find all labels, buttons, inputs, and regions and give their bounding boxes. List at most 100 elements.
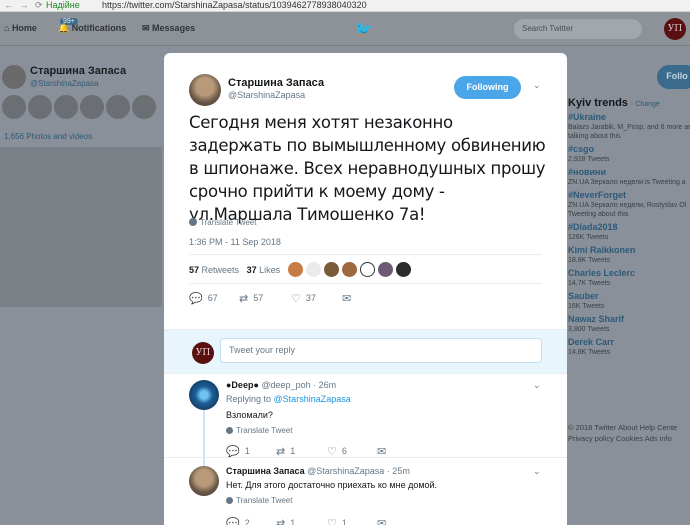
reply-author-name[interactable]: ●Deep● (226, 380, 259, 390)
trend-tag[interactable]: #новини (568, 167, 690, 178)
footer-line[interactable]: Privacy policy Cookies Ads info (568, 433, 690, 444)
translate-tweet-link[interactable]: Translate Tweet (189, 218, 256, 227)
retweet-count: 1 (290, 518, 296, 525)
trend-list: #Ukraine Balazs Jarabik, M_Posp, and 6 mo… (568, 112, 690, 357)
reply-time[interactable]: · 25m (387, 466, 410, 476)
media-grid (0, 147, 162, 307)
liker-avatar[interactable] (396, 262, 411, 277)
liker-avatar[interactable] (342, 262, 357, 277)
reply-action[interactable]: 💬 2 (226, 517, 250, 525)
trend-item[interactable]: Sauber 16K Tweets (568, 291, 690, 311)
reply-author-handle[interactable]: @StarshinaZapasa (307, 466, 384, 476)
trend-subtext: 126K Tweets (568, 234, 609, 241)
trend-item[interactable]: Charles Leclerc 14.7K Tweets (568, 268, 690, 288)
trend-item[interactable]: Kimi Raikkonen 18.8K Tweets (568, 245, 690, 265)
trend-tag[interactable]: Derek Carr (568, 337, 690, 348)
reply-count: 2 (244, 518, 250, 525)
trend-item[interactable]: talking about this (568, 132, 690, 141)
likes-count: 37 (246, 265, 257, 275)
trend-tag[interactable]: #NeverForget (568, 190, 690, 201)
liker-avatar[interactable] (324, 262, 339, 277)
trends-change-link[interactable]: · Change (631, 101, 660, 108)
like-count: 1 (341, 518, 347, 525)
replying-to-handle[interactable]: @StarshinaZapasa (274, 394, 351, 404)
trend-tag[interactable]: Sauber (568, 291, 690, 302)
thumbnail (28, 95, 52, 119)
tweet-timestamp[interactable]: 1:36 PM - 11 Sep 2018 (189, 237, 281, 247)
reply-author-handle[interactable]: @deep_poh (261, 380, 310, 390)
search-input[interactable]: Search Twitter (514, 19, 642, 39)
like-action[interactable]: ♡ 1 (327, 517, 347, 525)
following-button[interactable]: Following (454, 76, 521, 99)
reply-time[interactable]: · 26m (313, 380, 336, 390)
liker-avatar[interactable] (306, 262, 321, 277)
author-name[interactable]: Старшина Запаса (228, 77, 324, 89)
trend-tag[interactable]: #Diada2018 (568, 222, 690, 233)
chevron-down-icon[interactable]: ⌄ (533, 380, 541, 391)
follower-thumbnails (2, 95, 158, 119)
nav-messages-label: Messages (152, 23, 196, 33)
trend-item[interactable]: Derek Carr 14.8K Tweets (568, 337, 690, 357)
liker-avatar[interactable] (288, 262, 303, 277)
author-handle[interactable]: @StarshinaZapasa (228, 90, 305, 100)
liker-avatar[interactable] (378, 262, 393, 277)
reply-author-name[interactable]: Старшина Запаса (226, 466, 305, 476)
trend-tag[interactable]: Charles Leclerc (568, 268, 690, 279)
author-avatar[interactable] (189, 74, 221, 106)
trend-tag[interactable]: Nawaz Sharif (568, 314, 690, 325)
trend-tag[interactable]: Kimi Raikkonen (568, 245, 690, 256)
trend-item[interactable]: #Diada2018 126K Tweets (568, 222, 690, 242)
tweet-stats: 57 Retweets 37 Likes (189, 265, 280, 275)
reply-composer: УП Tweet your reply (164, 329, 567, 374)
dm-action[interactable]: ✉ (377, 517, 391, 525)
liker-avatar[interactable] (360, 262, 375, 277)
like-action[interactable]: ♡ 37 (291, 292, 316, 305)
browser-nav-icons[interactable]: ← → ⟳ (4, 0, 45, 11)
reply-action[interactable]: 💬 67 (189, 292, 218, 305)
me-avatar[interactable]: УП (664, 18, 686, 40)
trend-item[interactable]: #Ukraine Balazs Jarabik, M_Posp, and 6 mo… (568, 112, 690, 132)
nav-home[interactable]: ⌂ Home (4, 23, 37, 33)
trend-subtext: Balazs Jarabik, M_Posp, and 6 more ar (568, 124, 690, 131)
retweets-count: 57 (189, 265, 200, 275)
trend-item[interactable]: #NeverForget ZN.UA Зеркало недели, Rostys… (568, 190, 690, 210)
reply-actions: 💬 2 ⇄ 1 ♡ 1 ✉ (226, 517, 526, 525)
translate-label: Translate Tweet (236, 496, 293, 505)
tweet-modal: Старшина Запаса @StarshinaZapasa Followi… (164, 53, 567, 525)
follow-button[interactable]: Follo (657, 65, 690, 89)
url-text[interactable]: https://twitter.com/StarshinaZapasa/stat… (102, 0, 367, 10)
nav-notifications[interactable]: 🔔 Notifications (58, 23, 126, 34)
retweets-stat[interactable]: 57 Retweets (189, 265, 239, 275)
trend-subtext: 16K Tweets (568, 303, 605, 310)
trend-item[interactable]: #csgo 2,928 Tweets (568, 144, 690, 164)
trend-tag[interactable]: #csgo (568, 144, 690, 155)
profile-handle: @StarshinaZapasa (30, 79, 99, 88)
reply-avatar[interactable] (189, 380, 219, 410)
thumbnail (2, 95, 26, 119)
thumbnail (106, 95, 130, 119)
chevron-down-icon[interactable]: ⌄ (533, 466, 541, 477)
trend-item[interactable]: #новини ZN.UA Зеркало недели is Tweeting … (568, 167, 690, 187)
twitter-bird-icon[interactable]: 🐦 (354, 20, 373, 38)
profile-avatar (2, 65, 26, 89)
photos-link[interactable]: 1,656 Photos and videos (4, 132, 92, 141)
globe-icon (189, 218, 197, 226)
globe-icon (226, 427, 233, 434)
retweet-action[interactable]: ⇄ 57 (239, 292, 263, 305)
chevron-down-icon[interactable]: ⌄ (533, 80, 541, 91)
translate-tweet-link[interactable]: Translate Tweet (226, 426, 292, 435)
translate-tweet-link[interactable]: Translate Tweet (226, 496, 292, 505)
envelope-icon: ✉ (377, 518, 387, 525)
dm-action[interactable]: ✉ (342, 292, 356, 305)
trend-item[interactable]: Nawaz Sharif 3,800 Tweets (568, 314, 690, 334)
thumbnail (132, 95, 156, 119)
trends-panel: Kyiv trends · Change #Ukraine Balazs Jara… (568, 97, 690, 357)
likes-stat[interactable]: 37 Likes (247, 265, 281, 275)
retweet-action[interactable]: ⇄ 1 (276, 517, 295, 525)
trend-tag[interactable]: #Ukraine (568, 112, 690, 123)
reply-avatar[interactable] (189, 466, 219, 496)
reply-input[interactable]: Tweet your reply (220, 338, 542, 363)
trend-item[interactable]: Tweeting about this (568, 210, 690, 219)
footer-line[interactable]: © 2018 Twitter About Help Cente (568, 422, 690, 433)
nav-messages[interactable]: ✉ Messages (142, 23, 195, 34)
